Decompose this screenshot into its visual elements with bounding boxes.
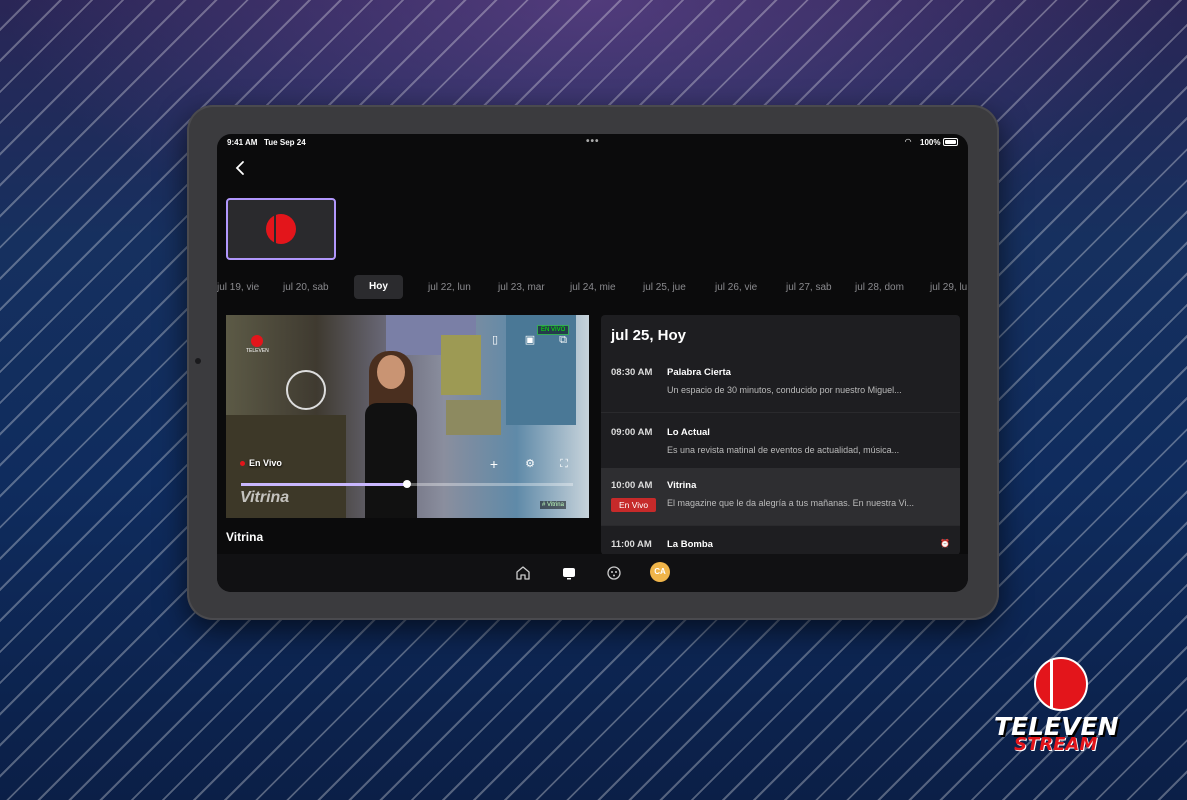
video-player[interactable]: TELEVEN EN VIVO ▯ ▣ ⧉ En Vivo + ⚙ ⛶ Vitr… [226, 315, 589, 518]
schedule-panel: jul 25, Hoy 08:30 AM Palabra Cierta Un e… [601, 315, 960, 555]
status-time: 9:41 AM [227, 138, 258, 147]
set-ring [286, 370, 326, 410]
televen-mini-logo [251, 335, 264, 347]
home-icon[interactable] [514, 564, 532, 582]
date-tab[interactable]: jul 28, dom [855, 282, 904, 293]
schedule-time: 10:00 AM [611, 480, 653, 491]
avatar[interactable]: CA [650, 562, 670, 582]
date-tab[interactable]: jul 22, lun [428, 282, 471, 293]
date-tab[interactable]: jul 24, mie [570, 282, 616, 293]
program-title: Vitrina [226, 530, 264, 544]
back-button[interactable] [231, 158, 251, 178]
date-tab[interactable]: jul 29, lu [930, 282, 967, 293]
bottom-nav: CA [217, 554, 968, 592]
wifi-icon: ◠ [905, 137, 912, 146]
date-selector: jul 19, vie jul 20, sab Hoy jul 22, lun jul … [217, 275, 968, 301]
schedule-time: 08:30 AM [611, 367, 653, 378]
schedule-name: Palabra Cierta [667, 367, 731, 378]
schedule-time: 11:00 AM [611, 539, 652, 550]
schedule-desc: Es una revista matinal de eventos de act… [667, 445, 900, 455]
live-indicator: En Vivo [240, 458, 282, 468]
date-tab[interactable]: jul 20, sab [283, 282, 329, 293]
set-panel [446, 400, 501, 435]
progress-thumb[interactable] [403, 480, 411, 488]
date-tab[interactable]: jul 27, sab [786, 282, 832, 293]
date-tab[interactable]: Hoy [354, 275, 403, 299]
tv-icon[interactable] [560, 564, 578, 582]
tablet-screen: 9:41 AM Tue Sep 24 ••• ◠ 100% jul 19, vi… [217, 134, 968, 592]
brand-sub: STREAM [1014, 734, 1098, 755]
date-tab[interactable]: jul 25, jue [643, 282, 686, 293]
schedule-row[interactable]: 09:00 AM Lo Actual Es una revista matina… [601, 415, 960, 473]
schedule-time: 09:00 AM [611, 427, 653, 438]
multitask-dots-icon[interactable]: ••• [586, 136, 600, 147]
chevron-left-icon [235, 161, 244, 175]
add-icon[interactable]: + [487, 457, 501, 471]
live-dot-icon [240, 461, 245, 467]
progress-fill [241, 483, 407, 486]
status-date: Tue Sep 24 [264, 138, 306, 147]
presenter [351, 351, 431, 518]
date-tab[interactable]: jul 26, vie [715, 282, 757, 293]
battery-icon [943, 138, 958, 146]
explore-icon[interactable] [605, 564, 623, 582]
schedule-row[interactable]: 11:00 AM La Bomba ⏰ [601, 527, 960, 555]
schedule-header: jul 25, Hoy [611, 327, 687, 344]
schedule-row-live[interactable]: 10:00 AM Vitrina En Vivo El magazine que… [601, 468, 960, 526]
live-label: En Vivo [249, 458, 282, 468]
date-tab[interactable]: jul 23, mar [498, 282, 545, 293]
brand-logo: TELEVEN STREAM [994, 657, 1134, 757]
tablet-camera [195, 358, 201, 364]
cast-icon[interactable]: ⧉ [556, 333, 570, 347]
battery-percent: 100% [920, 138, 941, 147]
picture-in-picture-icon[interactable]: ▣ [523, 333, 537, 347]
fullscreen-icon[interactable]: ⛶ [557, 457, 571, 471]
settings-icon[interactable]: ⚙ [523, 457, 537, 471]
program-watermark: Vitrina [240, 489, 290, 506]
status-bar: 9:41 AM Tue Sep 24 ••• ◠ 100% [217, 134, 968, 152]
tablet-frame: 9:41 AM Tue Sep 24 ••• ◠ 100% jul 19, vi… [187, 105, 999, 620]
schedule-name: Vitrina [667, 480, 697, 491]
schedule-desc: Un espacio de 30 minutos, conducido por … [667, 385, 902, 395]
set-panel [441, 335, 481, 395]
progress-bar[interactable] [241, 480, 573, 488]
vibration-icon[interactable]: ▯ [488, 333, 502, 347]
televen-brand-icon [1034, 657, 1088, 711]
live-status-badge: En Vivo [611, 498, 657, 512]
channel-watermark: TELEVEN [246, 335, 269, 354]
schedule-desc: El magazine que le da alegría a tus maña… [667, 498, 914, 508]
schedule-row[interactable]: 08:30 AM Palabra Cierta Un espacio de 30… [601, 355, 960, 413]
date-tab[interactable]: jul 19, vie [217, 282, 259, 293]
schedule-name: La Bomba [667, 539, 713, 550]
televen-logo [266, 214, 296, 244]
schedule-name: Lo Actual [667, 427, 710, 438]
alarm-icon[interactable]: ⏰ [940, 539, 950, 548]
program-tag: # Vitrina [540, 501, 566, 509]
channel-tile-televen[interactable] [226, 198, 336, 260]
channel-mini-label: TELEVEN [246, 348, 269, 354]
